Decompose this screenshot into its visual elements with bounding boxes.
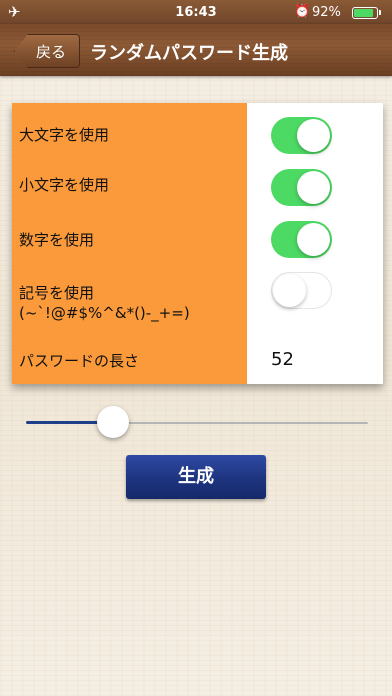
generate-button[interactable]: 生成 bbox=[126, 455, 266, 499]
uppercase-label: 大文字を使用 bbox=[19, 126, 110, 144]
toggle-knob bbox=[297, 223, 330, 256]
uppercase-toggle[interactable] bbox=[271, 117, 332, 154]
page-title: ランダムパスワード生成 bbox=[90, 43, 288, 64]
navigation-bar: 戻る ランダムパスワード生成 bbox=[0, 24, 392, 76]
battery-tip bbox=[379, 10, 381, 15]
password-length-slider[interactable] bbox=[26, 405, 368, 439]
symbols-label: 記号を使用 bbox=[19, 284, 95, 302]
alarm-icon: ⏰ bbox=[294, 4, 311, 19]
digits-label: 数字を使用 bbox=[19, 231, 95, 249]
battery-icon bbox=[352, 7, 378, 19]
digits-toggle[interactable] bbox=[271, 221, 332, 258]
toggle-knob bbox=[273, 274, 306, 307]
password-length-value: 52 bbox=[271, 349, 294, 370]
back-button[interactable]: 戻る bbox=[14, 34, 80, 68]
lowercase-toggle[interactable] bbox=[271, 169, 332, 206]
status-bar: ✈ 16:43 ⏰ 92% bbox=[0, 0, 392, 24]
slider-thumb[interactable] bbox=[97, 406, 130, 438]
symbols-toggle[interactable] bbox=[271, 272, 332, 309]
symbols-chars: (~`!@#$%^&*()-_+=) bbox=[19, 304, 190, 322]
battery-percent: 92% bbox=[312, 5, 341, 20]
password-length-label: パスワードの長さ bbox=[19, 352, 140, 370]
slider-empty-track bbox=[117, 422, 368, 424]
lowercase-label: 小文字を使用 bbox=[19, 176, 110, 194]
toggle-knob bbox=[297, 171, 330, 204]
battery-level bbox=[354, 9, 373, 17]
settings-panel: 大文字を使用 小文字を使用 数字を使用 記号を使用 (~`!@#$%^&*()-… bbox=[12, 103, 383, 384]
toggle-knob bbox=[297, 119, 330, 152]
